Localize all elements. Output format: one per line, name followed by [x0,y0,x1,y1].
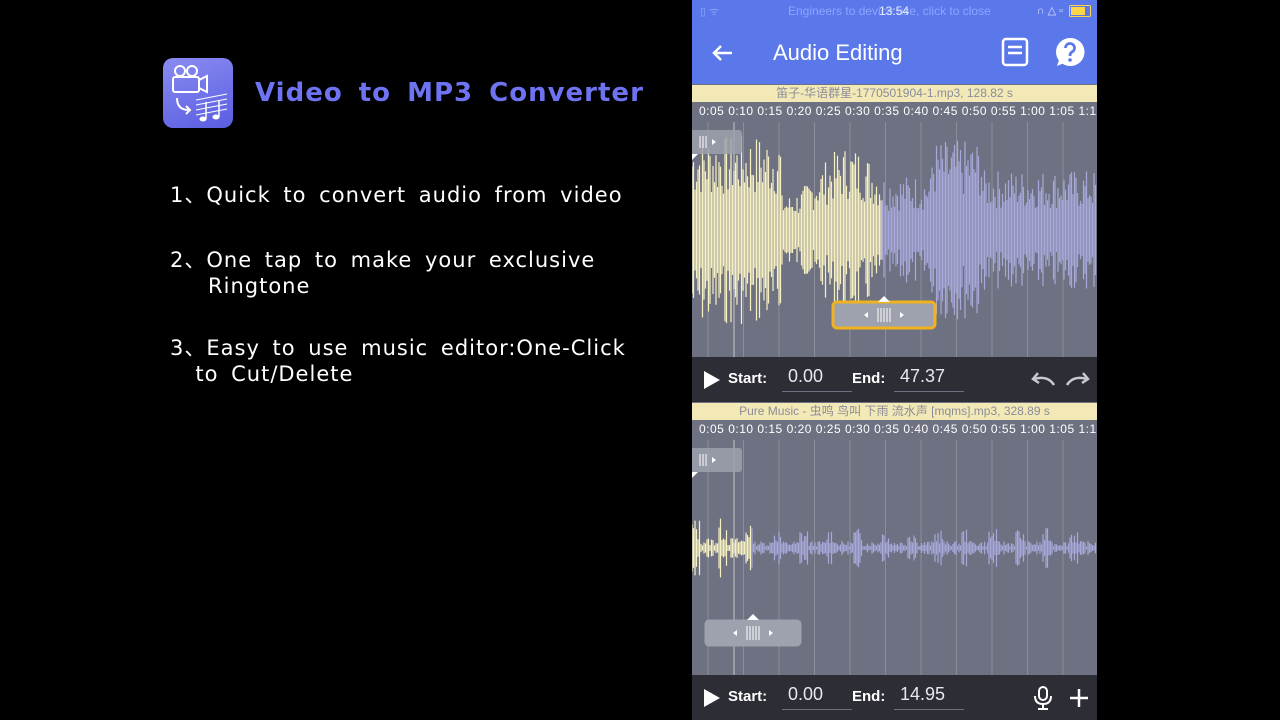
promo-title: Video to MP3 Converter [255,78,644,108]
end-time-input[interactable]: 47.37 [894,366,964,392]
start-time-input[interactable]: 0.00 [782,366,852,392]
feature-2: 2、One tap to make your exclusive Rington… [170,248,596,298]
page-title: Audio Editing [773,40,903,65]
end-handle[interactable] [831,296,937,330]
video-music-icon [163,58,233,128]
track-2-waveform[interactable] [692,440,1097,675]
undo-icon[interactable] [1030,369,1056,389]
status-time: 13:54 [879,4,910,18]
end-time-input[interactable]: 14.95 [894,684,964,710]
promo-panel: Video to MP3 Converter 1、Quick to conver… [0,0,692,720]
arrow-left-icon[interactable] [708,38,738,68]
end-label: End: [852,688,886,705]
plus-icon[interactable] [1068,687,1090,709]
help-icon[interactable] [1054,36,1086,68]
signal-icon: ▯ ᯤ [700,6,720,18]
play-icon[interactable] [702,369,722,391]
track-2-time-ruler: 0:05 0:10 0:15 0:20 0:25 0:30 0:35 0:40 … [699,422,1097,436]
track-2-controls: Start: 0.00 End: 14.95 [692,675,1097,720]
start-label: Start: [728,688,768,705]
start-label: Start: [728,370,768,387]
phone-screen: ▯ ᯤ Engineers to device use, click to cl… [692,0,1097,720]
end-handle[interactable] [704,614,802,647]
track-1-waveform[interactable] [692,122,1097,357]
track-1-controls: Start: 0.00 End: 47.37 [692,357,1097,402]
microphone-icon[interactable] [1032,685,1054,711]
battery-icon [1069,5,1091,17]
play-icon[interactable] [702,687,722,709]
status-icons: ∩ △ ▫ [1036,5,1063,17]
app-bar: Audio Editing [692,21,1097,84]
redo-icon[interactable] [1065,369,1091,389]
save-icon[interactable] [1000,36,1030,68]
end-label: End: [852,370,886,387]
feature-3: 3、Easy to use music editor:One-Click to … [170,336,626,386]
track-1-time-ruler: 0:05 0:10 0:15 0:20 0:25 0:30 0:35 0:40 … [699,104,1097,118]
status-bar: ▯ ᯤ Engineers to device use, click to cl… [692,0,1097,21]
feature-1: 1、Quick to convert audio from video [170,183,623,207]
start-time-input[interactable]: 0.00 [782,684,852,710]
